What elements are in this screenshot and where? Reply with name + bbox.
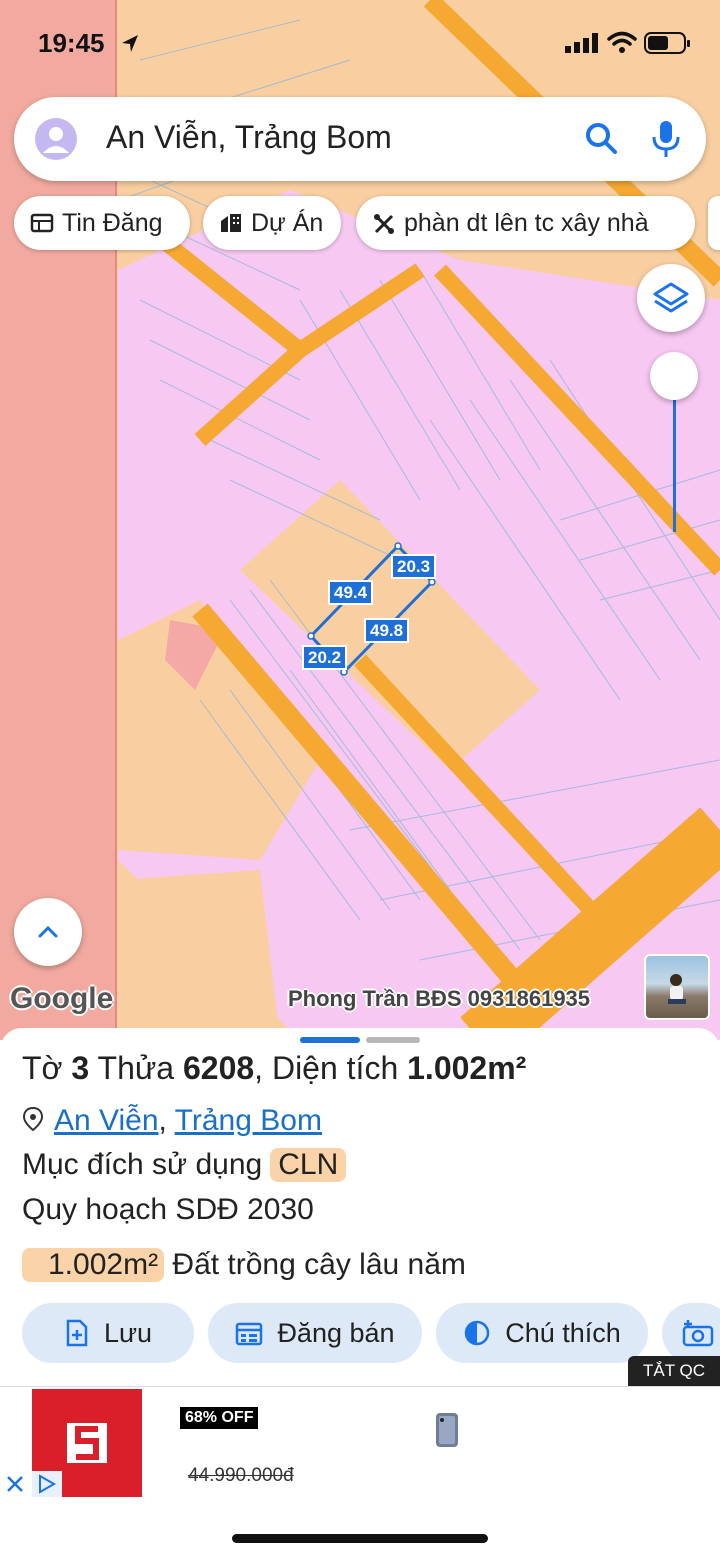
save-icon (66, 1319, 88, 1347)
home-indicator[interactable] (232, 1534, 488, 1543)
land-use-purpose: Mục đích sử dụng CLN (22, 1148, 347, 1182)
page-indicator[interactable] (366, 1037, 420, 1043)
add-photo-button[interactable] (662, 1303, 720, 1363)
parcel-title: Tờ 3 Thửa 6208, Diện tích 1.002m² (22, 1050, 527, 1086)
battery-icon (644, 32, 690, 54)
plan-area-tag: 1.002m² (22, 1248, 165, 1282)
chip-tin-dang[interactable]: Tin Đăng (14, 196, 190, 250)
location-pin-icon (22, 1106, 44, 1132)
location-link-commune[interactable]: An Viễn (54, 1104, 159, 1137)
watermark-text: Phong Trần BĐS 0931861935 (288, 986, 591, 1011)
location-arrow-icon (122, 35, 138, 52)
parcel-location: An Viễn, Trảng Bom (22, 1104, 322, 1138)
ad-old-price: 44.990.000đ (188, 1465, 294, 1486)
chip-du-an[interactable]: Dự Án (203, 196, 341, 250)
dimension-label: 49.8 (364, 618, 410, 643)
tools-icon (374, 214, 394, 234)
listing-icon (30, 213, 54, 233)
ad-choices-icon[interactable] (32, 1471, 62, 1497)
land-plan-detail: 1.002m² Đất trồng cây lâu năm (22, 1248, 466, 1282)
close-ad-icon[interactable] (4, 1473, 26, 1495)
search-icon[interactable] (582, 119, 622, 159)
save-button[interactable]: Lưu (22, 1303, 194, 1363)
chip-more[interactable] (708, 196, 720, 250)
search-input[interactable]: An Viễn, Trảng Bom (106, 119, 392, 156)
location-link-district[interactable]: Trảng Bom (175, 1104, 322, 1137)
chip-custom-layer[interactable]: phàn dt lên tc xây nhà (356, 196, 695, 250)
building-icon (221, 214, 241, 232)
chip-label: Tin Đăng (62, 208, 163, 237)
land-use-tag: CLN (270, 1148, 347, 1182)
chip-label: Dự Án (251, 208, 324, 237)
dimension-label: 49.4 (328, 580, 374, 605)
expand-up-button[interactable] (14, 898, 82, 966)
contrast-icon (464, 1320, 490, 1346)
status-time: 19:45 (38, 28, 105, 58)
google-logo: Google (10, 982, 114, 1015)
search-bar[interactable]: An Viễn, Trảng Bom (14, 97, 706, 181)
opacity-slider-handle[interactable] (650, 352, 698, 400)
user-thumbnail[interactable] (644, 954, 710, 1020)
hide-ads-button[interactable]: TẮT QC (628, 1356, 720, 1386)
post-for-sale-button[interactable]: Đăng bán (208, 1303, 422, 1363)
signal-icon (565, 33, 598, 53)
microphone-icon[interactable] (646, 117, 686, 161)
page-indicator-active[interactable] (300, 1037, 360, 1043)
parcel-info-sheet: Tờ 3 Thửa 6208, Diện tích 1.002m² An Viễ… (0, 1028, 720, 1388)
dimension-label: 20.3 (391, 554, 437, 579)
layers-button[interactable] (637, 264, 705, 332)
legend-button[interactable]: Chú thích (436, 1303, 648, 1363)
phone-product-icon (436, 1413, 458, 1447)
wifi-icon (607, 31, 637, 53)
add-photo-icon (682, 1320, 714, 1347)
dimension-label: 20.2 (302, 645, 348, 670)
chip-label: phàn dt lên tc xây nhà (404, 208, 649, 237)
layers-icon (653, 282, 689, 313)
ad-discount-badge: 68% OFF (180, 1407, 259, 1429)
avatar-icon[interactable] (34, 117, 78, 161)
chevron-up-icon (38, 925, 58, 938)
calendar-icon (236, 1322, 263, 1346)
person-photo-icon (668, 974, 686, 1004)
ad-banner[interactable]: 68% OFF 44.990.000đ (0, 1386, 720, 1499)
land-plan-label: Quy hoạch SDĐ 2030 (22, 1193, 314, 1226)
